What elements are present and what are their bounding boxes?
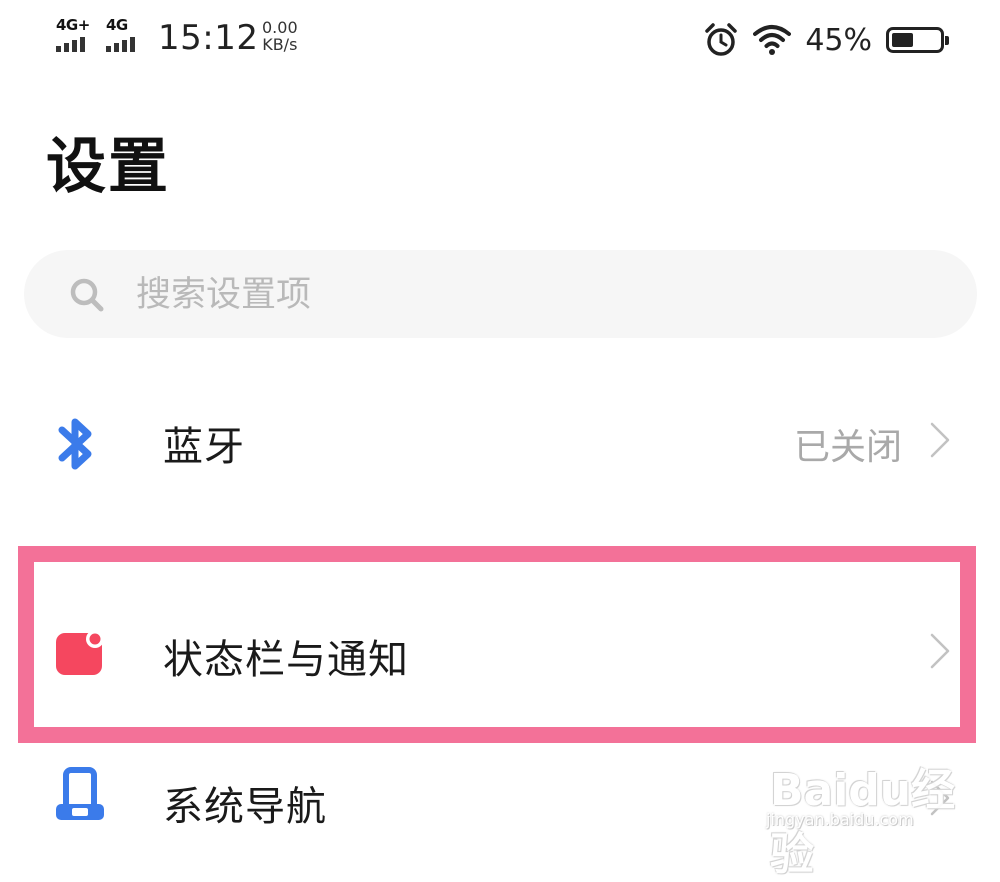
status-right-group: 45%: [703, 20, 949, 60]
network-speed-value: 0.00: [262, 18, 298, 37]
wifi-icon: [753, 25, 792, 55]
sim1-network-type: 4G+: [56, 16, 90, 34]
navigation-icon: [56, 767, 104, 820]
search-input[interactable]: [134, 264, 938, 326]
page-title: 设置: [46, 132, 170, 202]
chevron-right-icon: [930, 422, 950, 458]
bluetooth-icon: [58, 418, 92, 470]
notification-icon: [56, 630, 104, 675]
chevron-right-icon: [930, 633, 950, 669]
status-bar: 4G+ 4G 15:12 0.00 KB/s 45%: [0, 0, 1000, 80]
battery-icon: [886, 27, 949, 53]
bluetooth-status: 已关闭: [793, 427, 902, 468]
settings-item-status-bar-notifications[interactable]: 状态栏与通知: [0, 565, 1000, 705]
settings-item-label: 系统导航: [163, 784, 327, 830]
sim1-signal-icon: 4G+: [54, 16, 98, 56]
sim2-signal-icon: 4G: [104, 16, 148, 56]
battery-percent: 45%: [805, 22, 872, 58]
settings-item-bluetooth[interactable]: 蓝牙 已关闭: [0, 370, 1000, 510]
search-bar[interactable]: [24, 250, 977, 338]
network-speed-unit: KB/s: [262, 35, 298, 54]
status-time: 15:12: [158, 18, 259, 58]
search-icon: [70, 278, 104, 312]
settings-item-label: 状态栏与通知: [163, 637, 409, 683]
network-speed: 0.00 KB/s: [262, 19, 298, 53]
alarm-icon: [705, 23, 738, 56]
watermark-url: jingyan.baidu.com: [766, 810, 914, 829]
baidu-watermark: Baidu经验 jingyan.baidu.com: [760, 752, 960, 880]
settings-item-label: 蓝牙: [163, 424, 245, 470]
sim2-network-type: 4G: [106, 16, 128, 34]
